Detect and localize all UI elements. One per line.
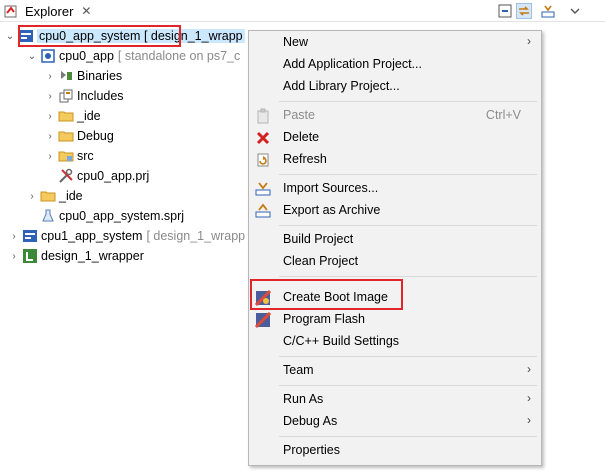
application-project-icon xyxy=(40,48,56,64)
menu-separator xyxy=(279,436,537,437)
menu-separator xyxy=(279,101,537,102)
submenu-arrow-icon: › xyxy=(527,34,531,48)
submenu-arrow-icon: › xyxy=(527,413,531,427)
menu-separator xyxy=(279,276,537,277)
platform-project-icon xyxy=(22,248,38,264)
view-menu-icon[interactable] xyxy=(567,3,583,19)
menu-item-run-as[interactable]: Run As › xyxy=(249,389,541,411)
tree-item-design-1-wrapper[interactable]: › design_1_wrapper xyxy=(8,246,144,266)
refresh-icon xyxy=(255,152,271,168)
tree-item-label: cpu0_app_system.sprj xyxy=(59,209,185,223)
tree-item-label: src xyxy=(77,149,94,163)
tree-item-cpu0-app[interactable]: ⌄ cpu0_app [ standalone on ps7_c xyxy=(26,46,240,66)
chevron-right-icon[interactable]: › xyxy=(44,111,56,122)
submenu-arrow-icon: › xyxy=(527,391,531,405)
menu-item-build-settings[interactable]: C/C++ Build Settings xyxy=(249,331,541,353)
menu-item-delete[interactable]: Delete xyxy=(249,127,541,149)
tree-item-ide[interactable]: › _ide xyxy=(44,106,101,126)
menu-separator xyxy=(279,225,537,226)
explorer-tab-title: Explorer xyxy=(25,3,74,19)
flask-icon xyxy=(40,208,56,224)
tree-item-sprj[interactable]: cpu0_app_system.sprj xyxy=(40,206,184,226)
project-tree: ⌄ cpu0_app_system [ design_1_wrapp ⌄ cpu… xyxy=(0,24,280,473)
menu-item-build-project[interactable]: Build Project xyxy=(249,229,541,251)
link-with-editor-icon[interactable] xyxy=(516,3,532,19)
folder-icon xyxy=(58,108,74,124)
tree-item-suffix: [ standalone on ps7_c xyxy=(117,49,241,63)
folder-icon xyxy=(58,128,74,144)
menu-item-program-flash[interactable]: Program Flash xyxy=(249,309,541,331)
chevron-right-icon[interactable]: › xyxy=(26,191,38,202)
includes-icon xyxy=(58,88,74,104)
tree-item-label: cpu0_app.prj xyxy=(77,169,150,183)
menu-separator xyxy=(279,385,537,386)
chevron-right-icon[interactable]: › xyxy=(44,131,56,142)
binaries-icon xyxy=(58,68,74,84)
selected-project-highlight xyxy=(18,25,181,47)
menu-separator xyxy=(279,356,537,357)
explorer-icon xyxy=(4,3,20,19)
tree-item-includes[interactable]: › Includes xyxy=(44,86,124,106)
menu-item-refresh[interactable]: Refresh xyxy=(249,149,541,171)
chevron-right-icon[interactable]: › xyxy=(44,151,56,162)
submenu-arrow-icon: › xyxy=(527,362,531,376)
shortcut-label: Ctrl+V xyxy=(485,108,521,122)
delete-icon xyxy=(255,130,271,146)
import-sources-icon xyxy=(255,181,271,197)
create-boot-image-highlight xyxy=(250,279,403,310)
menu-item-add-application-project[interactable]: Add Application Project... xyxy=(249,54,541,76)
explorer-tab[interactable]: Explorer ✕ xyxy=(0,0,91,22)
tree-item-label: cpu1_app_system xyxy=(41,229,143,243)
source-folder-icon xyxy=(58,148,74,164)
menu-item-import-sources[interactable]: Import Sources... xyxy=(249,178,541,200)
menu-item-paste[interactable]: Paste Ctrl+V xyxy=(249,105,541,127)
menu-item-clean-project[interactable]: Clean Project xyxy=(249,251,541,273)
export-archive-icon xyxy=(255,203,271,219)
menu-separator xyxy=(279,174,537,175)
tree-item-ide[interactable]: › _ide xyxy=(26,186,83,206)
tree-item-label: Includes xyxy=(77,89,124,103)
collapse-all-icon[interactable] xyxy=(497,3,513,19)
tree-item-cpu0-app-prj[interactable]: cpu0_app.prj xyxy=(58,166,149,186)
chevron-right-icon[interactable]: › xyxy=(44,71,56,82)
tools-icon xyxy=(58,168,74,184)
tree-item-label: design_1_wrapper xyxy=(41,249,144,263)
chevron-right-icon[interactable]: › xyxy=(8,231,20,242)
context-menu: New › Add Application Project... Add Lib… xyxy=(248,30,542,466)
tree-item-suffix: [ design_1_wrapp xyxy=(146,229,246,243)
program-flash-icon xyxy=(254,311,272,329)
folder-icon xyxy=(40,188,56,204)
menu-item-debug-as[interactable]: Debug As › xyxy=(249,411,541,433)
import-icon[interactable] xyxy=(540,3,556,19)
tree-item-label: cpu0_app xyxy=(59,49,114,63)
tree-item-debug[interactable]: › Debug xyxy=(44,126,114,146)
chevron-down-icon[interactable]: ⌄ xyxy=(26,51,38,62)
tree-item-label: _ide xyxy=(59,189,83,203)
menu-item-team[interactable]: Team › xyxy=(249,360,541,382)
menu-item-export-archive[interactable]: Export as Archive xyxy=(249,200,541,222)
chevron-down-icon[interactable]: ⌄ xyxy=(4,31,16,42)
menu-item-new[interactable]: New › xyxy=(249,32,541,54)
chevron-right-icon[interactable]: › xyxy=(44,91,56,102)
close-icon[interactable]: ✕ xyxy=(81,5,91,17)
paste-icon xyxy=(255,108,271,124)
menu-item-properties[interactable]: Properties xyxy=(249,440,541,462)
tree-item-label: Binaries xyxy=(77,69,123,83)
tree-item-label: _ide xyxy=(77,109,101,123)
explorer-tab-bar: Explorer ✕ xyxy=(0,0,605,22)
tree-item-binaries[interactable]: › Binaries xyxy=(44,66,122,86)
tree-item-cpu1-app-system[interactable]: › cpu1_app_system [ design_1_wrapp xyxy=(8,226,245,246)
tree-item-src[interactable]: › src xyxy=(44,146,94,166)
menu-item-add-library-project[interactable]: Add Library Project... xyxy=(249,76,541,98)
chevron-right-icon[interactable]: › xyxy=(8,251,20,262)
tree-item-label: Debug xyxy=(77,129,114,143)
system-project-icon xyxy=(22,228,38,244)
